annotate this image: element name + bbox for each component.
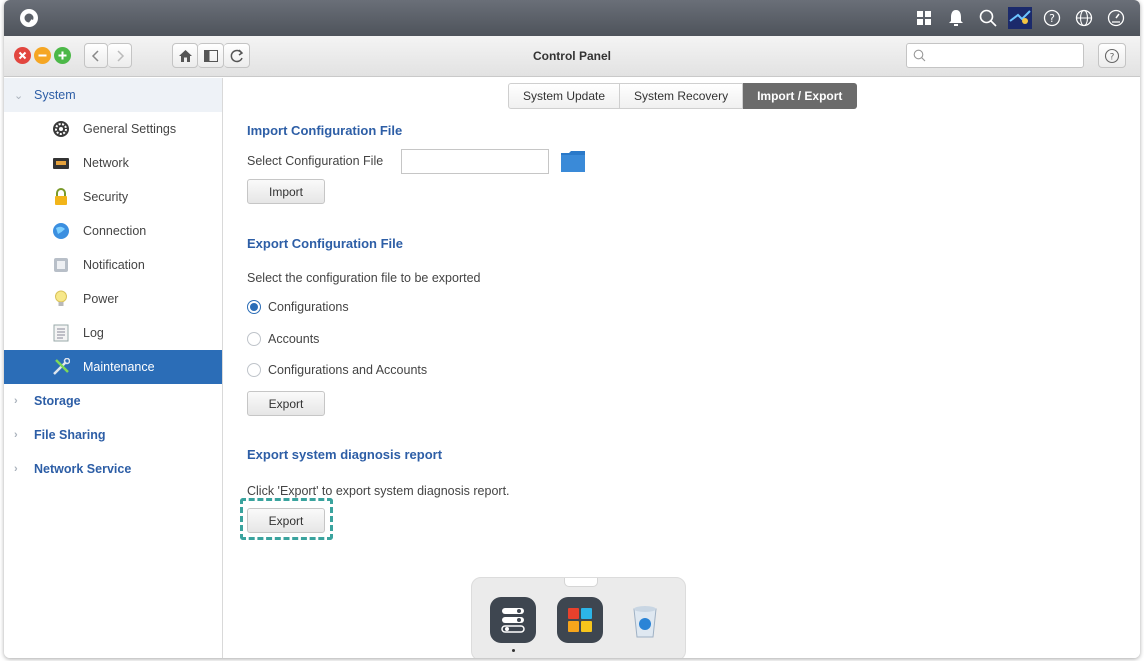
sidebar-item-label: General Settings: [83, 122, 177, 136]
user-avatar-icon[interactable]: [1004, 0, 1036, 36]
radio-label: Configurations: [268, 300, 349, 314]
sidebar-item-network[interactable]: Network: [4, 146, 222, 180]
radio-accounts[interactable]: Accounts: [247, 332, 319, 346]
control-panel-icon: [501, 608, 525, 633]
bulb-icon: [52, 290, 70, 308]
sidebar-item-label: Notification: [83, 258, 145, 272]
network-icon: [52, 154, 70, 172]
help-icon: ?: [1104, 48, 1120, 63]
sidebar-item-label: Maintenance: [83, 360, 155, 374]
log-icon: [52, 324, 70, 342]
app-center-icon: [568, 608, 592, 632]
notification-icon: [52, 256, 70, 274]
chevron-down-icon: ⌄: [14, 89, 24, 102]
sidebar-section-system[interactable]: ⌄ System: [4, 78, 222, 112]
sidebar-item-label: Connection: [83, 224, 147, 238]
app-dock: [471, 577, 686, 658]
sidebar-section-network-service[interactable]: › Network Service: [4, 452, 222, 486]
sidebar-item-notification[interactable]: Notification: [4, 248, 222, 282]
globe-icon: [52, 222, 70, 240]
svg-text:?: ?: [1049, 12, 1055, 25]
sidebar-item-maintenance[interactable]: Maintenance: [4, 350, 222, 384]
folder-icon: [561, 151, 585, 172]
sidebar-section-file-sharing[interactable]: › File Sharing: [4, 418, 222, 452]
chevron-right-icon: ›: [14, 429, 18, 441]
export-config-heading: Export Configuration File: [247, 236, 403, 251]
tab-system-recovery[interactable]: System Recovery: [620, 83, 744, 109]
sidebar-item-label: Security: [83, 190, 129, 204]
window-title-bar: Control Panel ?: [4, 36, 1140, 77]
export-config-button[interactable]: Export: [247, 391, 325, 416]
config-file-input[interactable]: [401, 149, 549, 174]
sidebar-item-label: Power: [83, 292, 119, 306]
sidebar-item-label: Network: [83, 156, 129, 170]
select-file-label: Select Configuration File: [247, 154, 384, 168]
dock-app-control-panel[interactable]: [490, 597, 536, 643]
gear-icon: [52, 120, 70, 138]
import-button[interactable]: Import: [247, 179, 325, 204]
control-panel-window: ? Control Panel ? ⌄ System General Setti…: [4, 0, 1140, 658]
tab-bar: System Update System Recovery Import / E…: [508, 83, 858, 109]
chevron-right-icon: ›: [14, 395, 18, 407]
dock-app-recycle-bin[interactable]: [622, 597, 668, 643]
sidebar-item-security[interactable]: Security: [4, 180, 222, 214]
search-input[interactable]: [906, 43, 1084, 68]
tab-system-update[interactable]: System Update: [508, 83, 621, 109]
sidebar-section-label: Network Service: [34, 462, 132, 476]
search-icon[interactable]: [972, 0, 1004, 36]
tools-icon: [52, 358, 70, 376]
system-top-bar: ?: [4, 0, 1140, 36]
import-heading: Import Configuration File: [247, 123, 403, 138]
svg-text:?: ?: [1110, 52, 1115, 62]
diagnosis-heading: Export system diagnosis report: [247, 447, 443, 462]
radio-unselected-icon: [247, 332, 261, 346]
sidebar-item-general-settings[interactable]: General Settings: [4, 112, 222, 146]
language-globe-icon[interactable]: [1068, 0, 1100, 36]
chevron-right-icon: ›: [14, 463, 18, 475]
sidebar-section-label: Storage: [34, 394, 81, 408]
browse-folder-button[interactable]: [561, 151, 585, 175]
sidebar-item-power[interactable]: Power: [4, 282, 222, 316]
radio-label: Configurations and Accounts: [268, 363, 428, 377]
radio-configurations-and-accounts[interactable]: Configurations and Accounts: [247, 363, 427, 377]
export-diagnosis-button[interactable]: Export: [247, 508, 325, 533]
dashboard-gauge-icon[interactable]: [1100, 0, 1132, 36]
recycle-bin-icon: [633, 606, 657, 638]
qts-logo-icon[interactable]: [18, 7, 40, 29]
sidebar-section-label: File Sharing: [34, 428, 106, 442]
sidebar-item-log[interactable]: Log: [4, 316, 222, 350]
dock-handle[interactable]: [564, 578, 598, 587]
radio-label: Accounts: [268, 332, 320, 346]
sidebar-item-label: Log: [83, 326, 104, 340]
active-app-indicator: [512, 649, 515, 652]
tab-import-export[interactable]: Import / Export: [743, 83, 858, 109]
radio-unselected-icon: [247, 363, 261, 377]
export-prompt: Select the configuration file to be expo…: [247, 271, 481, 285]
sidebar: ⌄ System General Settings Network Securi…: [4, 78, 223, 658]
dock-app-center[interactable]: [557, 597, 603, 643]
diagnosis-text: Click 'Export' to export system diagnosi…: [247, 484, 510, 498]
search-icon: [913, 49, 926, 62]
radio-configurations[interactable]: Configurations: [247, 300, 349, 314]
bell-icon[interactable]: [940, 0, 972, 36]
grid-apps-icon[interactable]: [908, 0, 940, 36]
help-button[interactable]: ?: [1098, 43, 1126, 68]
lock-icon: [52, 188, 70, 206]
sidebar-item-connection[interactable]: Connection: [4, 214, 222, 248]
main-content: System Update System Recovery Import / E…: [224, 78, 1140, 658]
sidebar-section-label: System: [34, 88, 76, 102]
radio-selected-icon: [247, 300, 261, 314]
sidebar-section-storage[interactable]: › Storage: [4, 384, 222, 418]
help-icon[interactable]: ?: [1036, 0, 1068, 36]
